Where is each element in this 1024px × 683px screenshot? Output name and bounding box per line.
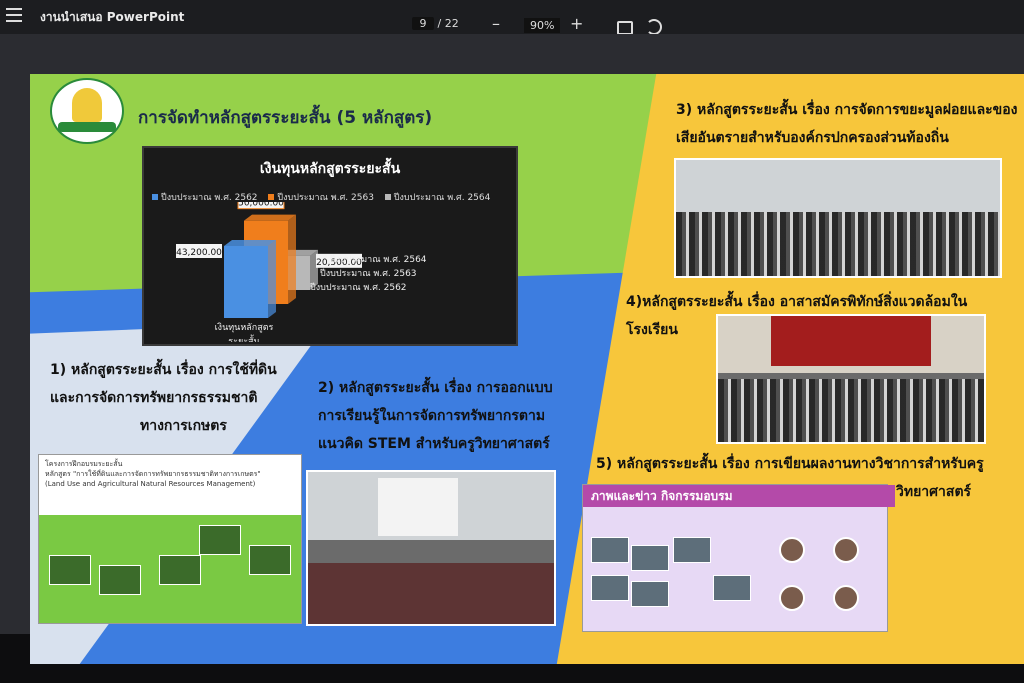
slide: การจัดทำหลักสูตรระยะสั้น (5 หลักสูตร) เง…: [30, 74, 1024, 664]
category-label-0: เงินทุนหลักสูตร: [215, 322, 274, 333]
photo-course4: [716, 314, 986, 444]
poster5-header: ภาพและข่าว กิจกรรมอบรม: [583, 485, 895, 507]
menu-icon[interactable]: [6, 8, 22, 22]
poster-course5: ภาพและข่าว กิจกรรมอบรม: [582, 484, 895, 632]
university-logo: [50, 78, 124, 144]
zoom-level[interactable]: 90%: [524, 18, 561, 33]
bar-side-0: [268, 240, 276, 318]
item3-line2: เสียอันตรายสำหรับองค์กรปกครองส่วนท้องถิ่…: [676, 130, 949, 146]
item4-line1: 4)หลักสูตรระยะสั้น เรื่อง อาสาสมัครพิทัก…: [626, 294, 968, 310]
zoom-out-button[interactable]: –: [492, 14, 500, 33]
zoom-in-button[interactable]: +: [570, 14, 583, 33]
funding-chart: เงินทุนหลักสูตรระยะสั้น ปีงบประมาณ พ.ศ. …: [142, 146, 518, 346]
item3-line1: 3) หลักสูตรระยะสั้น เรื่อง การจัดการขยะม…: [676, 102, 1018, 118]
data-label-0: 43,200.00: [176, 248, 222, 258]
depth-label-2: ปีงบประมาณ พ.ศ. 2562: [310, 282, 407, 293]
bar-side-1: [288, 214, 296, 304]
poster1-line2: หลักสูตร "การใช้ที่ดินและการจัดการทรัพยา…: [45, 470, 261, 478]
bar-0: [224, 246, 268, 318]
chart-plot: 20,500.0050,000.0043,200.00ปีงบประมาณ พ.…: [176, 202, 427, 342]
viewer-toolbar: งานนำเสนอ PowerPoint 9 / 22 – 90% + ⭳: [0, 0, 1024, 51]
poster-course1: โครงการฝึกอบรมระยะสั้น หลักสูตร "การใช้ท…: [38, 454, 302, 624]
poster1-photo-band: [39, 515, 301, 623]
rotate-icon[interactable]: [646, 19, 662, 35]
bar-top-1: [244, 214, 296, 221]
photo-course3: [674, 158, 1002, 278]
poster1-line3: (Land Use and Agricultural Natural Resou…: [45, 480, 256, 488]
chart-title: เงินทุนหลักสูตรระยะสั้น: [259, 161, 401, 177]
data-label-1: 50,000.00: [238, 202, 284, 209]
item1-line2: และการจัดการทรัพยากรธรรมชาติ: [50, 390, 258, 406]
document-viewer[interactable]: การจัดทำหลักสูตรระยะสั้น (5 หลักสูตร) เง…: [0, 34, 1024, 664]
item3-text: 3) หลักสูตรระยะสั้น เรื่อง การจัดการขยะม…: [676, 96, 1018, 152]
document-title: งานนำเสนอ PowerPoint: [40, 10, 185, 24]
item2-line3: แนวคิด STEM สำหรับครูวิทยาศาสตร์: [318, 436, 550, 452]
page-indicator: 9 / 22: [412, 17, 459, 30]
page-number-input[interactable]: 9: [412, 17, 434, 30]
item1-text: 1) หลักสูตรระยะสั้น เรื่อง การใช้ที่ดิน …: [50, 356, 277, 440]
page-total: / 22: [437, 17, 459, 30]
photo-course2: [306, 470, 556, 626]
item1-line1: 1) หลักสูตรระยะสั้น เรื่อง การใช้ที่ดิน: [50, 362, 277, 378]
item2-line1: 2) หลักสูตรระยะสั้น เรื่อง การออกแบบ: [318, 380, 553, 396]
bar-top-0: [224, 240, 276, 246]
item2-text: 2) หลักสูตรระยะสั้น เรื่อง การออกแบบ การ…: [318, 374, 553, 458]
item1-line3: ทางการเกษตร: [140, 418, 227, 434]
poster1-line1: โครงการฝึกอบรมระยะสั้น: [45, 460, 123, 468]
category-label-1: ระยะสั้น: [228, 334, 259, 342]
fit-page-icon[interactable]: [617, 21, 633, 35]
depth-label-0: ปีงบประมาณ พ.ศ. 2564: [330, 254, 427, 265]
slide-title: การจัดทำหลักสูตรระยะสั้น (5 หลักสูตร): [138, 108, 433, 128]
depth-label-1: ปีงบประมาณ พ.ศ. 2563: [320, 268, 417, 279]
item2-line2: การเรียนรู้ในการจัดการทรัพยากรตาม: [318, 408, 546, 424]
item5-line1: 5) หลักสูตรระยะสั้น เรื่อง การเขียนผลงาน…: [596, 456, 984, 472]
